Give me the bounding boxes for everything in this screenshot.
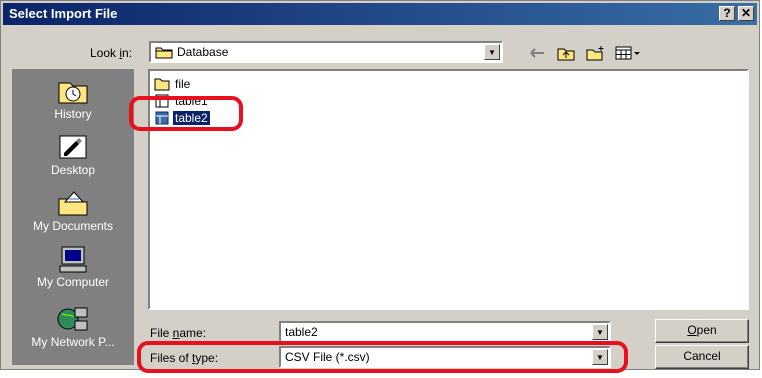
my-computer-icon bbox=[59, 246, 87, 273]
file-type-label: Files of type: bbox=[150, 351, 219, 365]
place-desktop[interactable]: Desktop bbox=[12, 125, 134, 179]
chevron-down-icon[interactable]: ▼ bbox=[592, 324, 608, 340]
look-in-value: Database bbox=[177, 45, 229, 59]
help-button[interactable]: ? bbox=[719, 6, 735, 21]
file-type-value: CSV File (*.csv) bbox=[285, 350, 370, 364]
up-folder-icon bbox=[557, 48, 575, 60]
my-documents-icon bbox=[58, 191, 88, 216]
file-name-label: File name: bbox=[150, 326, 207, 340]
dialog-title: Select Import File bbox=[9, 6, 118, 21]
list-item-file[interactable]: file bbox=[154, 75, 192, 92]
file-name-input[interactable]: table2 ▼ bbox=[279, 321, 611, 343]
look-in-dropdown[interactable]: Database ▼ bbox=[149, 41, 503, 63]
list-item-table2[interactable]: table2 bbox=[154, 109, 210, 126]
spreadsheet-file-icon bbox=[155, 94, 169, 107]
spreadsheet-file-icon bbox=[155, 111, 169, 124]
close-button[interactable]: ✕ bbox=[738, 6, 754, 21]
chevron-down-icon[interactable]: ▼ bbox=[592, 349, 608, 365]
place-my-computer[interactable]: My Computer bbox=[12, 237, 134, 291]
history-icon bbox=[58, 82, 88, 104]
list-item-table1[interactable]: table1 bbox=[154, 92, 210, 109]
back-arrow-icon bbox=[530, 48, 544, 58]
file-name-value: table2 bbox=[285, 325, 318, 339]
view-menu-button[interactable] bbox=[615, 44, 641, 62]
place-my-network[interactable]: My Network P... bbox=[12, 297, 134, 351]
file-list[interactable]: file table1 table2 bbox=[148, 69, 749, 310]
place-history[interactable]: History bbox=[12, 69, 134, 123]
folder-icon bbox=[154, 78, 170, 90]
chevron-down-icon[interactable]: ▼ bbox=[484, 44, 500, 60]
create-new-folder-button[interactable] bbox=[586, 44, 606, 62]
places-bar: History Desktop My Documents My Computer… bbox=[12, 69, 134, 365]
cancel-button[interactable]: Cancel bbox=[655, 345, 749, 369]
my-network-icon bbox=[57, 307, 88, 331]
new-folder-icon bbox=[586, 46, 604, 61]
look-in-label: Look in: bbox=[90, 46, 133, 60]
view-menu-icon bbox=[615, 46, 640, 60]
open-button[interactable]: Open bbox=[655, 319, 749, 343]
file-type-dropdown[interactable]: CSV File (*.csv) ▼ bbox=[279, 346, 611, 368]
select-import-file-dialog: Select Import File ? ✕ Look in: Database… bbox=[0, 0, 760, 370]
place-my-documents[interactable]: My Documents bbox=[12, 181, 134, 235]
back-button[interactable] bbox=[528, 44, 546, 62]
up-one-level-button[interactable] bbox=[557, 44, 575, 62]
folder-icon bbox=[155, 47, 173, 59]
desktop-icon bbox=[59, 135, 87, 159]
title-bar[interactable]: Select Import File ? ✕ bbox=[3, 3, 757, 25]
